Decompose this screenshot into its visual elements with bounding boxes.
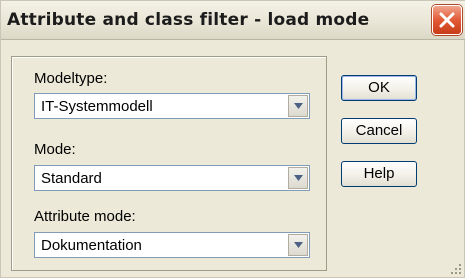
window-title: Attribute and class filter - load mode xyxy=(7,10,370,30)
chevron-down-icon xyxy=(294,103,303,109)
attribute-mode-dropdown-button[interactable] xyxy=(288,234,308,256)
mode-value: Standard xyxy=(41,170,102,187)
chevron-down-icon xyxy=(294,242,303,248)
help-button[interactable]: Help xyxy=(341,161,417,187)
resize-grip-icon[interactable] xyxy=(450,263,462,275)
title-bar[interactable]: Attribute and class filter - load mode xyxy=(1,1,465,40)
cancel-button[interactable]: Cancel xyxy=(341,118,417,144)
modeltype-label: Modeltype: xyxy=(34,70,108,87)
mode-dropdown-button[interactable] xyxy=(288,167,308,189)
attribute-mode-label: Attribute mode: xyxy=(34,208,136,225)
modeltype-value: IT-Systemmodell xyxy=(41,98,153,115)
chevron-down-icon xyxy=(294,175,303,181)
attribute-mode-select[interactable]: Dokumentation xyxy=(34,232,310,258)
modeltype-dropdown-button[interactable] xyxy=(288,95,308,117)
close-button[interactable] xyxy=(432,5,462,35)
modeltype-select[interactable]: IT-Systemmodell xyxy=(34,93,310,119)
ok-button[interactable]: OK xyxy=(341,75,417,101)
attribute-mode-value: Dokumentation xyxy=(41,237,142,254)
mode-select[interactable]: Standard xyxy=(34,165,310,191)
dialog-window: Attribute and class filter - load mode M… xyxy=(0,0,465,278)
close-icon xyxy=(439,12,455,28)
mode-label: Mode: xyxy=(34,141,76,158)
